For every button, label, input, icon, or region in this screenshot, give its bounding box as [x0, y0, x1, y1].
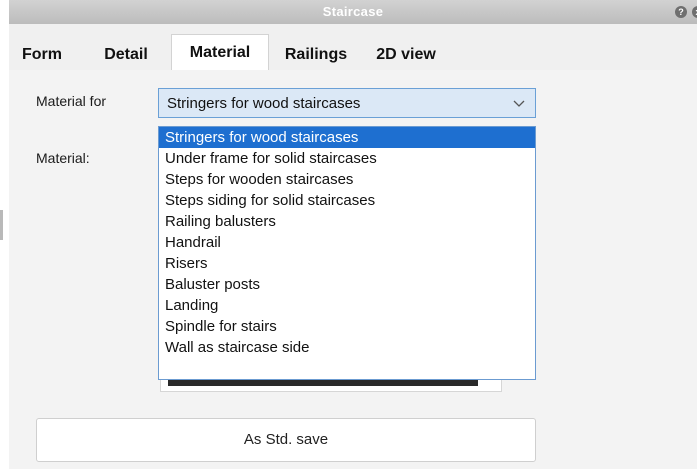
- close-icon[interactable]: x: [692, 6, 697, 18]
- dropdown-option[interactable]: Steps siding for solid staircases: [159, 190, 535, 211]
- material-for-value: Stringers for wood staircases: [167, 95, 361, 112]
- material-for-label: Material for: [36, 93, 107, 109]
- chevron-down-icon[interactable]: [513, 93, 525, 116]
- material-label: Material:: [36, 150, 90, 166]
- edge-divider: [0, 210, 3, 240]
- dropdown-option[interactable]: Steps for wooden staircases: [159, 169, 535, 190]
- material-for-dropdown-list: Stringers for wood staircases Under fram…: [158, 126, 536, 380]
- dropdown-option[interactable]: Spindle for stairs: [159, 316, 535, 337]
- tab-form[interactable]: Form: [9, 40, 75, 70]
- tab-2d-view[interactable]: 2D view: [367, 40, 445, 70]
- dropdown-option[interactable]: Under frame for solid staircases: [159, 148, 535, 169]
- dropdown-option[interactable]: Risers: [159, 253, 535, 274]
- dropdown-option[interactable]: Stringers for wood staircases: [159, 127, 535, 148]
- material-for-select[interactable]: Stringers for wood staircases: [158, 88, 536, 118]
- tab-material[interactable]: Material: [171, 34, 269, 71]
- as-std-save-button[interactable]: As Std. save: [36, 418, 536, 462]
- tab-bar: Form Detail Material Railings 2D view: [9, 24, 697, 71]
- dropdown-option[interactable]: Railing balusters: [159, 211, 535, 232]
- tab-detail[interactable]: Detail: [91, 40, 161, 70]
- left-edge-strip: [0, 0, 9, 469]
- help-icon[interactable]: ?: [675, 6, 687, 18]
- title-bar: Staircase ? x: [9, 0, 697, 25]
- dropdown-option[interactable]: Wall as staircase side: [159, 337, 535, 358]
- dropdown-option[interactable]: Handrail: [159, 232, 535, 253]
- dropdown-option[interactable]: Baluster posts: [159, 274, 535, 295]
- window-title: Staircase: [322, 4, 384, 19]
- tab-railings[interactable]: Railings: [271, 40, 361, 70]
- dropdown-option[interactable]: Landing: [159, 295, 535, 316]
